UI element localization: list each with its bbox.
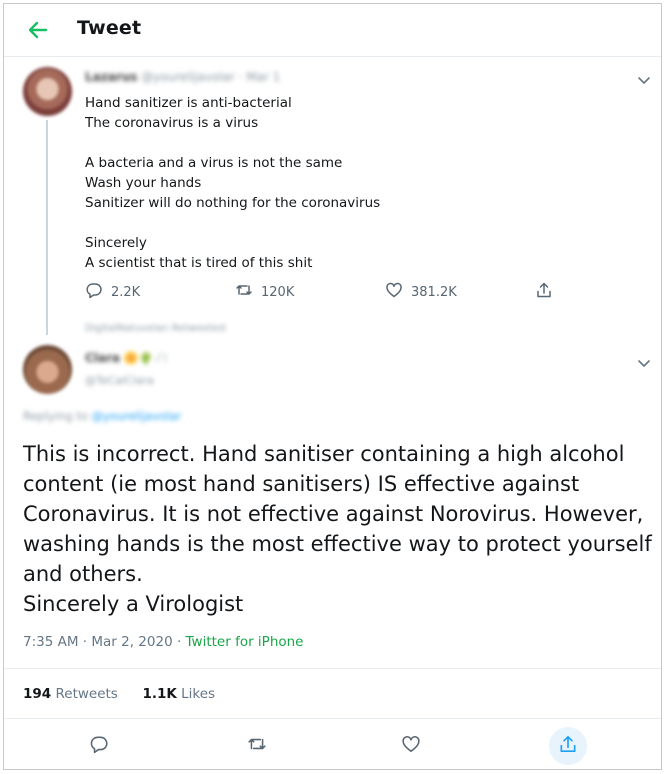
reply-count: 2.2K: [111, 284, 141, 300]
reply-author-name[interactable]: Clara 🌼🌵 ⁄ ⁞: [85, 351, 167, 365]
emoji-badges: 🌼🌵 ⁄ ⁞: [123, 351, 168, 365]
like-count: 381.2K: [411, 284, 457, 300]
reply-button[interactable]: 2.2K: [85, 280, 140, 304]
original-tweet-text: Hand sanitizer is anti-bacterial The cor…: [85, 93, 380, 273]
reply-tweet-actions: [4, 726, 661, 766]
retweet-button[interactable]: [243, 732, 271, 760]
retweet-icon: [247, 734, 267, 758]
avatar[interactable]: [23, 345, 72, 394]
replying-to: Replying to @yourelijavolar: [23, 409, 181, 423]
reply-author-handle[interactable]: @TeCalClara: [85, 374, 154, 387]
divider: [4, 718, 661, 719]
tweet-line: The coronavirus is a virus: [85, 115, 259, 131]
tweet-line: A scientist that is tired of this shit: [85, 255, 313, 271]
reply-button[interactable]: [85, 732, 113, 760]
page-title: Tweet: [77, 17, 142, 39]
avatar[interactable]: [23, 67, 72, 116]
tweet-line: Sanitizer will do nothing for the corona…: [85, 195, 381, 211]
retweet-button[interactable]: 120K: [235, 280, 294, 304]
like-label: Likes: [181, 686, 216, 702]
original-author[interactable]: Lazarus @yourelijavolar · Mar 1: [85, 70, 280, 84]
chevron-down-icon[interactable]: [637, 71, 651, 84]
like-icon: [385, 281, 403, 303]
tweet-line: content (ie most hand sanitisers) IS eff…: [23, 472, 580, 496]
timestamp[interactable]: 7:35 AM · Mar 2, 2020 ·: [23, 634, 186, 650]
thread-line: [46, 120, 48, 335]
tweet-line: Hand sanitizer is anti-bacterial: [85, 95, 292, 111]
top-bar: Tweet: [4, 4, 661, 57]
like-total: 1.1K: [142, 686, 177, 702]
tweet-line: and others.: [23, 562, 143, 586]
retweets-stat[interactable]: 194 Retweets: [23, 686, 118, 702]
tweet-line: A bacteria and a virus is not the same: [85, 155, 343, 171]
retweet-icon: [235, 281, 253, 303]
retweet-total: 194: [23, 686, 52, 702]
tweet-line: [85, 213, 380, 233]
tweet-metadata: 7:35 AM · Mar 2, 2020 · Twitter for iPho…: [23, 634, 304, 650]
divider: [4, 668, 661, 669]
tweet-page: Tweet Lazarus @yourelijavolar · Mar 1 Ha…: [3, 3, 662, 770]
engagement-stats: 194 Retweets 1.1K Likes: [23, 686, 215, 702]
share-button[interactable]: [549, 727, 587, 765]
like-button[interactable]: [397, 732, 425, 760]
tweet-line: Wash your hands: [85, 175, 202, 191]
back-arrow-icon[interactable]: [24, 16, 52, 44]
source-link[interactable]: Twitter for iPhone: [186, 634, 304, 650]
like-icon: [401, 734, 421, 758]
retweet-count: 120K: [261, 284, 295, 300]
original-tweet-actions: 2.2K 120K 381.2K: [85, 280, 565, 304]
tweet-line: Sincerely a Virologist: [23, 592, 244, 616]
share-button[interactable]: [535, 280, 553, 304]
author-name: Clara: [85, 351, 121, 365]
reply-icon: [89, 734, 109, 758]
like-button[interactable]: 381.2K: [385, 280, 457, 304]
chevron-down-icon[interactable]: [637, 354, 651, 367]
retweet-label: Retweets: [55, 686, 118, 702]
author-handle: @yourelijavolar · Mar 1: [141, 70, 281, 84]
replying-prefix: Replying to: [23, 409, 88, 423]
share-icon: [558, 734, 578, 758]
reply-icon: [85, 281, 103, 303]
tweet-line: washing hands is the most effective way …: [23, 532, 652, 556]
tweet-line: This is incorrect. Hand sanitiser contai…: [23, 442, 625, 466]
tweet-line: Sincerely: [85, 235, 147, 251]
likes-stat[interactable]: 1.1K Likes: [142, 686, 215, 702]
retweeted-by: DigitalNatuvelan Retweeted: [85, 323, 226, 334]
tweet-line: [85, 133, 380, 153]
share-icon: [535, 281, 553, 303]
replying-handle[interactable]: @yourelijavolar: [92, 409, 182, 423]
tweet-line: Coronavirus. It is not effective against…: [23, 502, 644, 526]
author-name: Lazarus: [85, 70, 138, 84]
reply-tweet-text: This is incorrect. Hand sanitiser contai…: [23, 439, 652, 619]
